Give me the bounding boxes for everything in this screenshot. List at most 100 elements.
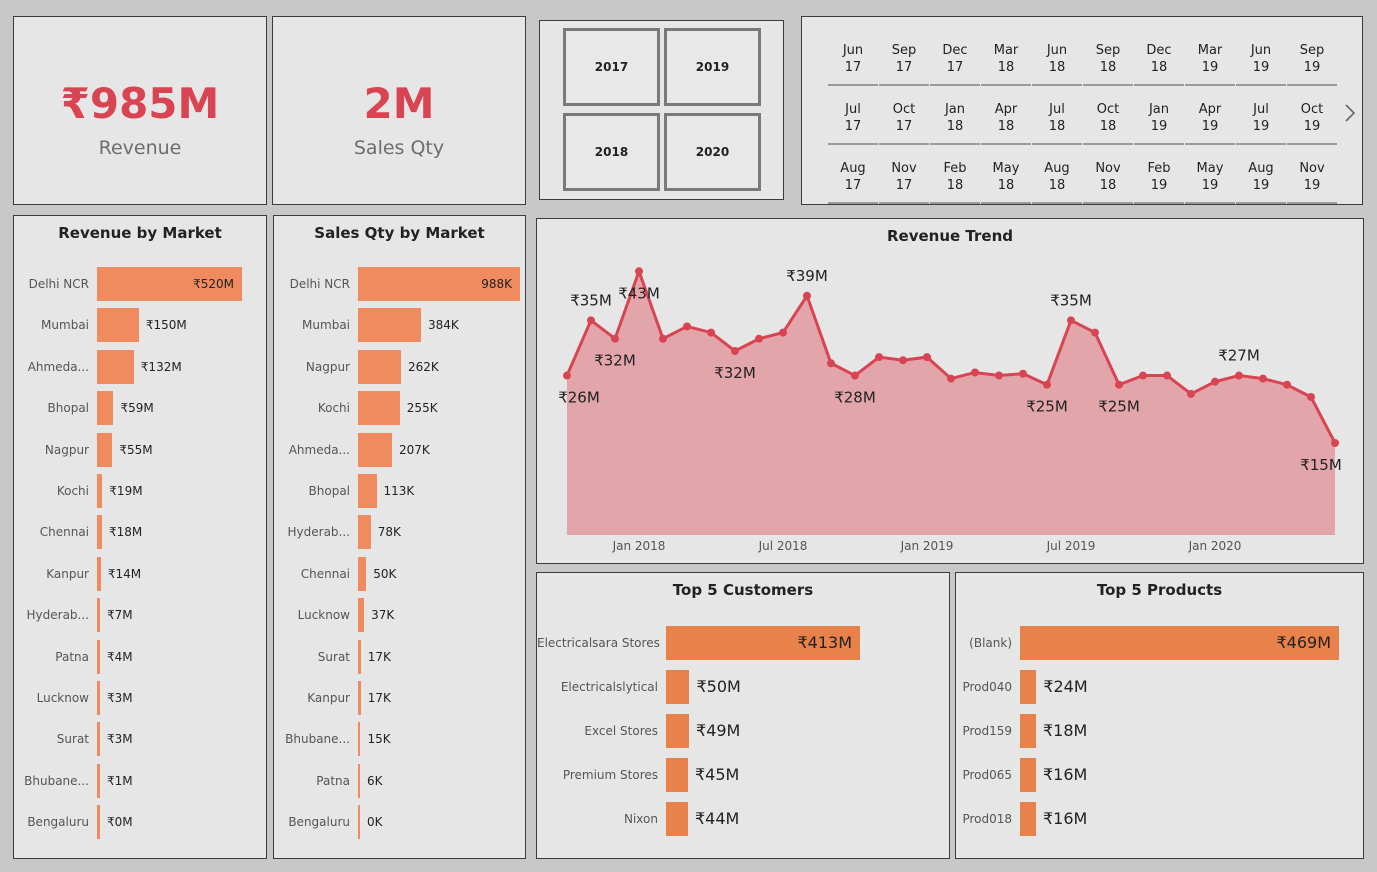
bar-row[interactable]: Nagpur ₹55M xyxy=(14,432,266,467)
trend-point[interactable] xyxy=(1043,380,1051,389)
trend-point[interactable] xyxy=(779,328,787,337)
trend-point[interactable] xyxy=(1115,380,1123,389)
bar-row[interactable]: Bengaluru ₹0M xyxy=(14,805,266,840)
month-option[interactable]: Dec 17 xyxy=(930,33,980,86)
bar-row[interactable]: Kanpur 17K xyxy=(274,681,525,715)
bar[interactable] xyxy=(97,639,100,674)
bar-row[interactable]: Bhopal ₹59M xyxy=(14,391,266,426)
month-option[interactable]: Jul 17 xyxy=(828,92,878,145)
bar-row[interactable]: Prod018 ₹16M xyxy=(956,802,1363,836)
bar-row[interactable]: Prod040 ₹24M xyxy=(956,670,1363,704)
bar-row[interactable]: Bhopal 113K xyxy=(274,474,525,508)
bar[interactable] xyxy=(97,763,100,798)
month-option[interactable]: Oct 17 xyxy=(879,92,929,145)
bar[interactable] xyxy=(97,432,113,467)
bar-row[interactable]: Kanpur ₹14M xyxy=(14,556,266,591)
bar-row[interactable]: Hyderab... 78K xyxy=(274,515,525,550)
bar-row[interactable]: Bhubane... 15K xyxy=(274,722,525,757)
bar-row[interactable]: Excel Stores ₹49M xyxy=(537,714,949,748)
year-button-2020[interactable]: 2020 xyxy=(664,113,761,191)
bar-row[interactable]: Electricalsara Stores ₹413M xyxy=(537,626,949,660)
year-button-2017[interactable]: 2017 xyxy=(563,28,660,106)
month-option[interactable]: Jan 19 xyxy=(1134,92,1184,145)
trend-point[interactable] xyxy=(1139,371,1147,380)
month-option[interactable]: Feb 19 xyxy=(1134,151,1184,204)
bar[interactable] xyxy=(666,802,688,836)
month-option[interactable]: Apr 19 xyxy=(1185,92,1235,145)
trend-point[interactable] xyxy=(827,359,835,368)
bar-row[interactable]: Mumbai ₹150M xyxy=(14,308,266,343)
bar-row[interactable]: Nixon ₹44M xyxy=(537,802,949,836)
bar-row[interactable]: Patna ₹4M xyxy=(14,639,266,674)
trend-point[interactable] xyxy=(1331,439,1339,447)
trend-point[interactable] xyxy=(923,353,931,362)
bar[interactable] xyxy=(97,515,103,550)
bar[interactable] xyxy=(97,308,139,343)
month-option[interactable]: Jan 18 xyxy=(930,92,980,145)
bar-row[interactable]: Nagpur 262K xyxy=(274,349,525,384)
month-option[interactable]: Jul 19 xyxy=(1236,92,1286,145)
bar-row[interactable]: Mumbai 384K xyxy=(274,308,525,343)
month-option[interactable]: Jun 19 xyxy=(1236,33,1286,86)
trend-point[interactable] xyxy=(635,267,643,276)
trend-point[interactable] xyxy=(755,334,763,343)
bar-row[interactable]: Lucknow 37K xyxy=(274,598,525,633)
trend-point[interactable] xyxy=(1067,316,1075,325)
trend-point[interactable] xyxy=(1019,369,1027,378)
bar-row[interactable]: Kochi 255K xyxy=(274,391,525,426)
bar[interactable] xyxy=(358,474,377,508)
month-option[interactable]: Aug 19 xyxy=(1236,151,1286,204)
trend-point[interactable] xyxy=(707,328,715,337)
bar[interactable] xyxy=(97,598,100,633)
bar-row[interactable]: Chennai 50K xyxy=(274,556,525,591)
trend-point[interactable] xyxy=(683,322,691,331)
trend-point[interactable] xyxy=(947,374,955,383)
trend-point[interactable] xyxy=(971,368,979,377)
bar[interactable] xyxy=(358,556,367,591)
month-option[interactable]: Nov 17 xyxy=(879,151,929,204)
trend-point[interactable] xyxy=(587,316,595,325)
trend-point[interactable] xyxy=(1091,328,1099,337)
month-option[interactable]: Nov 19 xyxy=(1287,151,1337,204)
trend-point[interactable] xyxy=(875,353,883,362)
bar-row[interactable]: Lucknow ₹3M xyxy=(14,681,266,715)
month-option[interactable]: Jul 18 xyxy=(1032,92,1082,145)
trend-point[interactable] xyxy=(899,356,907,365)
bar-row[interactable]: Prod159 ₹18M xyxy=(956,714,1363,748)
bar-row[interactable]: Prod065 ₹16M xyxy=(956,758,1363,792)
bar[interactable] xyxy=(97,556,101,591)
month-option[interactable]: May 19 xyxy=(1185,151,1235,204)
bar-row[interactable]: Chennai ₹18M xyxy=(14,515,266,550)
month-option[interactable]: Oct 19 xyxy=(1287,92,1337,145)
trend-point[interactable] xyxy=(1235,371,1243,380)
month-option[interactable]: Nov 18 xyxy=(1083,151,1133,204)
bar-row[interactable]: Surat ₹3M xyxy=(14,722,266,757)
bar[interactable] xyxy=(358,308,421,343)
month-option[interactable]: Apr 18 xyxy=(981,92,1031,145)
bar[interactable] xyxy=(97,722,100,757)
bar[interactable] xyxy=(358,349,401,384)
bar-row[interactable]: Ahmeda... 207K xyxy=(274,432,525,467)
month-option[interactable]: Mar 18 xyxy=(981,33,1031,86)
year-button-2018[interactable]: 2018 xyxy=(563,113,660,191)
trend-point[interactable] xyxy=(731,347,739,355)
trend-point[interactable] xyxy=(851,371,859,380)
trend-point[interactable] xyxy=(803,291,811,300)
month-option[interactable]: Feb 18 xyxy=(930,151,980,204)
bar[interactable] xyxy=(97,805,100,840)
bar[interactable] xyxy=(358,805,360,840)
month-option[interactable]: Dec 18 xyxy=(1134,33,1184,86)
month-option[interactable]: Sep 19 xyxy=(1287,33,1337,86)
bar[interactable] xyxy=(358,515,371,550)
bar-row[interactable]: (Blank) ₹469M xyxy=(956,626,1363,660)
trend-point[interactable] xyxy=(1259,374,1267,383)
month-option[interactable]: May 18 xyxy=(981,151,1031,204)
month-option[interactable]: Aug 17 xyxy=(828,151,878,204)
bar[interactable] xyxy=(358,391,400,426)
bar[interactable] xyxy=(666,758,688,792)
bar-row[interactable]: Premium Stores ₹45M xyxy=(537,758,949,792)
bar[interactable] xyxy=(97,391,114,426)
bar-row[interactable]: Bhubane... ₹1M xyxy=(14,763,266,798)
bar[interactable] xyxy=(358,722,361,757)
month-option[interactable]: Mar 19 xyxy=(1185,33,1235,86)
